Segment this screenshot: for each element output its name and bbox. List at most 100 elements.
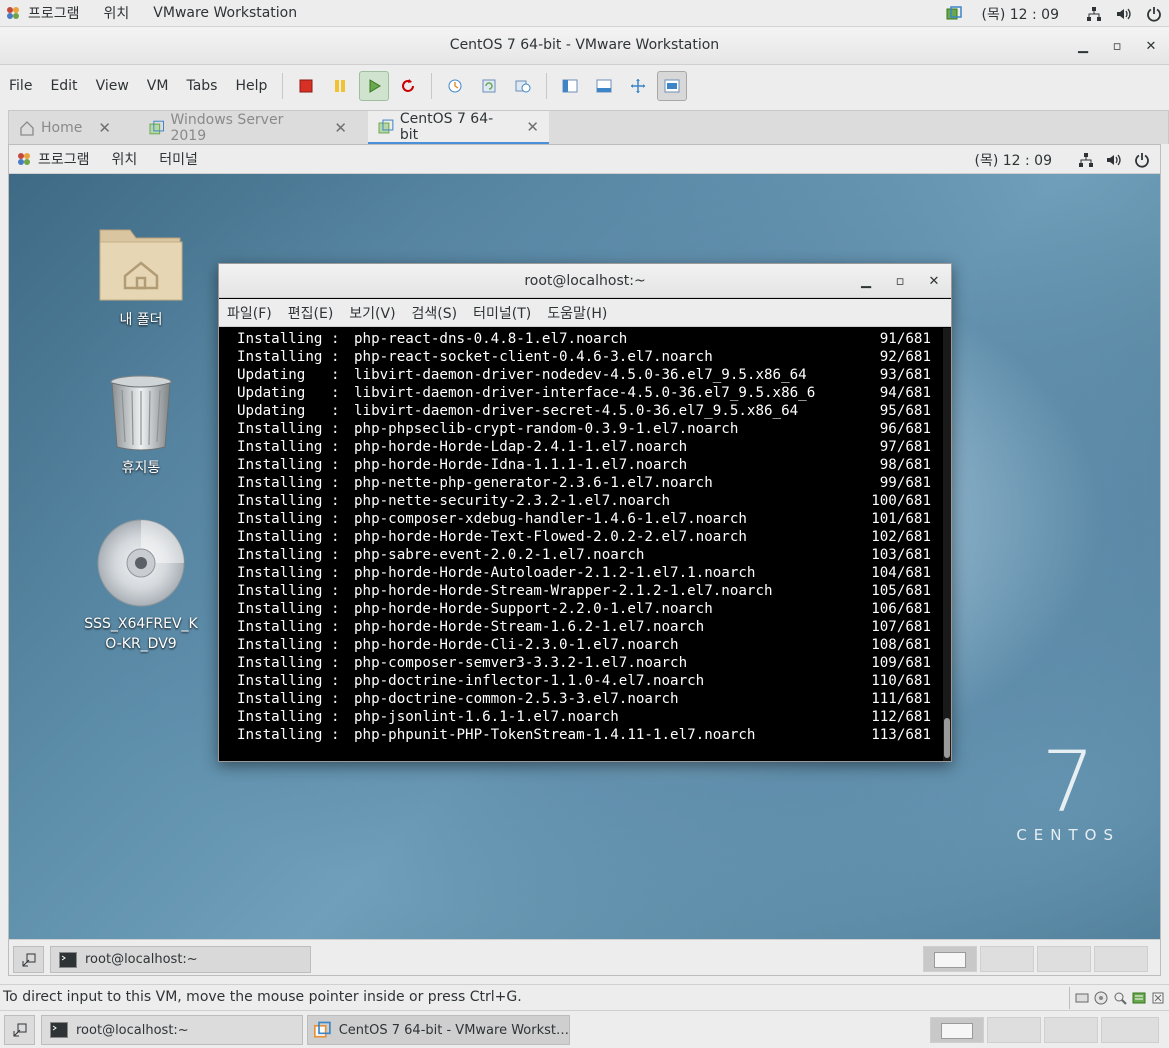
close-icon[interactable]: ✕: [98, 119, 111, 137]
terminal-menu-edit[interactable]: 편집(E): [280, 303, 342, 323]
tab-centos-7[interactable]: CentOS 7 64-bit ✕: [368, 111, 549, 145]
host-active-app[interactable]: VMware Workstation: [141, 5, 309, 21]
terminal-close-button[interactable]: ✕: [923, 270, 945, 292]
terminal-menu-file[interactable]: 파일(F): [219, 303, 280, 323]
host-show-desktop-button[interactable]: [4, 1015, 35, 1045]
tab-windows-server-2019[interactable]: Windows Server 2019 ✕: [139, 111, 357, 145]
vmware-tray-icon[interactable]: [939, 0, 969, 27]
sound-card-icon[interactable]: [1148, 989, 1167, 1007]
terminal-menu-search[interactable]: 검색(S): [404, 303, 466, 323]
cd-dvd-icon[interactable]: [1091, 989, 1110, 1007]
suspend-button[interactable]: [325, 71, 355, 101]
maximize-button[interactable]: ▫: [1106, 35, 1128, 57]
workspace-1[interactable]: [923, 946, 977, 972]
terminal-line-package: php-horde-Horde-Autoloader-2.1.2-1.el7.1…: [354, 565, 756, 581]
terminal-line-package: libvirt-daemon-driver-interface-4.5.0-36…: [354, 385, 816, 401]
power-icon[interactable]: [1139, 0, 1169, 27]
desktop-trash[interactable]: 휴지통: [81, 374, 201, 478]
unity-button[interactable]: [657, 71, 688, 101]
minimize-button[interactable]: ▁: [1072, 35, 1094, 57]
terminal-line-package: php-horde-Horde-Idna-1.1.1-1.el7.noarch: [354, 457, 688, 473]
menu-help[interactable]: Help: [226, 78, 276, 94]
show-desktop-icon: [22, 953, 35, 966]
power-icon[interactable]: [1128, 145, 1156, 174]
host-workspace-2[interactable]: [987, 1017, 1041, 1043]
volume-icon[interactable]: [1109, 0, 1139, 27]
show-desktop-button[interactable]: [13, 946, 44, 973]
terminal-scrollbar[interactable]: [943, 328, 951, 761]
hard-disk-icon[interactable]: [1072, 989, 1091, 1007]
guest-places-menu[interactable]: 위치: [101, 149, 149, 169]
network-icon[interactable]: [1079, 0, 1109, 27]
menu-file[interactable]: File: [0, 78, 41, 94]
network-icon[interactable]: [1072, 145, 1100, 174]
host-workspace-4[interactable]: [1101, 1017, 1159, 1043]
show-library-button[interactable]: [555, 71, 585, 101]
desktop-home-folder[interactable]: 내 폴더: [81, 220, 201, 330]
guest-clock[interactable]: (목) 12 : 09: [963, 150, 1072, 170]
terminal-line: Installing : php-phpunit-PHP-TokenStream-…: [237, 726, 943, 744]
workspace-4[interactable]: [1094, 946, 1148, 972]
host-clock[interactable]: (목) 12 : 09: [969, 4, 1079, 24]
terminal-line: Installing : php-phpseclib-crypt-random-0…: [237, 420, 943, 438]
menu-tabs[interactable]: Tabs: [177, 78, 226, 94]
library-icon: [562, 79, 578, 93]
vmware-statusbar: To direct input to this VM, move the mou…: [0, 984, 1169, 1010]
terminal-line-action: Installing :: [237, 655, 340, 671]
terminal-menu-view[interactable]: 보기(V): [341, 303, 403, 323]
tab-home[interactable]: Home ✕: [9, 111, 139, 145]
workspace-3[interactable]: [1037, 946, 1091, 972]
terminal-minimize-button[interactable]: ▁: [855, 270, 877, 292]
host-places-menu[interactable]: 위치: [92, 3, 142, 23]
guest-apps-menu[interactable]: 프로그램: [27, 149, 101, 169]
power-off-button[interactable]: [291, 71, 321, 101]
guest-display[interactable]: 프로그램 위치 터미널 (목) 12 : 09 내 폴더 휴지통 SSS_X64…: [8, 144, 1161, 976]
menu-edit[interactable]: Edit: [41, 78, 86, 94]
disc-label: SSS_X64FREV_KO-KR_DV9: [84, 616, 198, 652]
menu-view[interactable]: View: [87, 78, 138, 94]
full-screen-button[interactable]: [623, 71, 653, 101]
desktop-disc[interactable]: SSS_X64FREV_KO-KR_DV9: [81, 518, 201, 654]
menu-vm[interactable]: VM: [138, 78, 178, 94]
terminal-titlebar[interactable]: root@localhost:~ ▁ ▫ ✕: [219, 264, 951, 298]
show-desktop-icon: [13, 1023, 26, 1037]
terminal-menu-terminal[interactable]: 터미널(T): [465, 303, 539, 323]
centos-brand: 7 CENTOS: [1016, 740, 1120, 844]
network-adapter-icon[interactable]: [1129, 989, 1148, 1007]
snapshot-icon: [448, 79, 462, 93]
revert-snapshot-button[interactable]: [474, 71, 504, 101]
host-apps-menu[interactable]: 프로그램: [16, 3, 92, 23]
terminal-scrollbar-thumb[interactable]: [944, 718, 950, 758]
terminal-line: Installing : php-doctrine-common-2.5.3-3.…: [237, 690, 943, 708]
guest-taskbar-terminal[interactable]: root@localhost:~: [50, 946, 311, 973]
workspace-2[interactable]: [980, 946, 1034, 972]
trash-icon: [110, 375, 172, 451]
host-workspace-1[interactable]: [930, 1017, 984, 1043]
terminal-line-count: 92/681: [879, 349, 931, 365]
terminal-line-package: php-phpunit-PHP-TokenStream-1.4.11-1.el7…: [354, 727, 756, 743]
snapshot-manager-button[interactable]: [508, 71, 538, 101]
snapshot-manager-icon: [515, 80, 531, 93]
host-workspace-3[interactable]: [1044, 1017, 1098, 1043]
close-icon[interactable]: ✕: [334, 119, 347, 137]
thumbnail-bar-button[interactable]: [589, 71, 619, 101]
terminal-maximize-button[interactable]: ▫: [889, 270, 911, 292]
guest-terminal-menu[interactable]: 터미널: [148, 149, 209, 169]
usb-icon[interactable]: [1110, 989, 1129, 1007]
power-on-button[interactable]: [359, 71, 390, 101]
terminal-line-action: Installing :: [237, 691, 340, 707]
reset-button[interactable]: [393, 71, 423, 101]
terminal-window[interactable]: root@localhost:~ ▁ ▫ ✕ 파일(F) 편집(E) 보기(V)…: [218, 263, 952, 762]
volume-icon[interactable]: [1100, 145, 1128, 174]
snapshot-button[interactable]: [440, 71, 470, 101]
terminal-output[interactable]: Installing : php-react-dns-0.4.8-1.el7.no…: [219, 328, 943, 761]
close-button[interactable]: ✕: [1140, 35, 1162, 57]
close-icon[interactable]: ✕: [526, 118, 539, 136]
guest-desktop[interactable]: 내 폴더 휴지통 SSS_X64FREV_KO-KR_DV9 7 CENTOS …: [9, 174, 1160, 939]
terminal-menu-help[interactable]: 도움말(H): [539, 303, 615, 323]
vmware-icon: [314, 1021, 331, 1038]
terminal-line-action: Installing :: [237, 439, 340, 455]
host-taskbar-terminal[interactable]: root@localhost:~: [41, 1015, 303, 1045]
host-taskbar-vmware[interactable]: CentOS 7 64-bit - VMware Workst…: [307, 1015, 570, 1045]
terminal-line: Installing : php-horde-Horde-Support-2.2.…: [237, 600, 943, 618]
